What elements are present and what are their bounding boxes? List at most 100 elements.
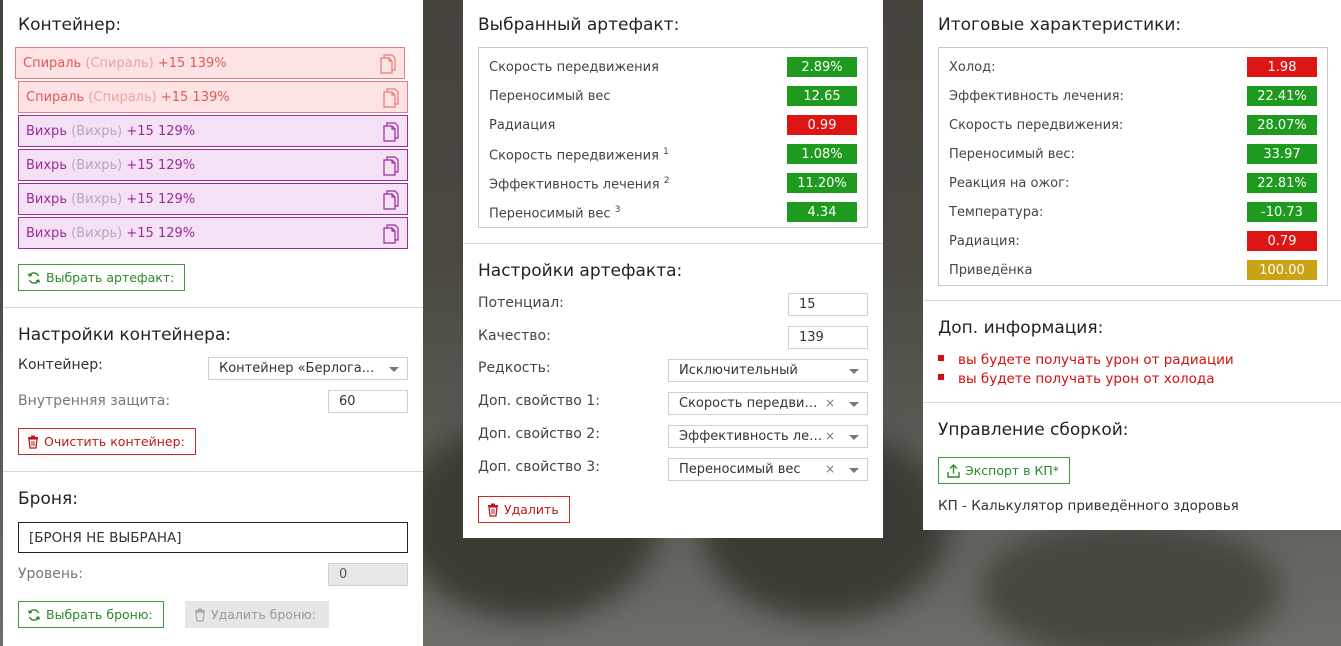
container-artifact-item[interactable]: Вихрь (Вихрь) +15 129% [18, 217, 408, 249]
info-item: вы будете получать урон от радиации [938, 352, 1234, 368]
container-artifact-item[interactable]: Вихрь (Вихрь) +15 129% [18, 149, 408, 181]
stat-value: 11.20% [787, 173, 857, 193]
container-select[interactable]: Контейнер «Берлога... [208, 357, 408, 380]
chevron-down-icon [849, 468, 859, 473]
stat-value: 100.00 [1247, 260, 1317, 280]
artifact-subname: (Вихрь) [71, 123, 123, 139]
container-settings-section: Настройки контейнера: Контейнер: Контейн… [3, 308, 423, 472]
stat-name: Радиация: [949, 234, 1020, 249]
stat-name: Реакция на ожог: [949, 176, 1069, 191]
artifact-bonus: +15 139% [160, 89, 230, 105]
artifact-subname: (Вихрь) [71, 157, 123, 173]
artifact-name: Вихрь [26, 225, 67, 241]
copy-icon[interactable] [380, 54, 396, 74]
select-artifact-label: Выбрать артефакт: [46, 270, 175, 285]
container-artifact-item[interactable]: Спираль (Спираль) +15 139% [18, 81, 408, 113]
export-label: Экспорт в КП* [965, 463, 1060, 478]
totals-stats: Холод: 1.98 Эффективность лечения: 22.41% Ск… [938, 47, 1328, 286]
selected-artifact-title: Выбранный артефакт: [478, 15, 680, 35]
container-artifact-item[interactable]: Спираль (Спираль) +15 139% [15, 47, 405, 79]
stat-name-text: Приведёнка [949, 263, 1033, 278]
protection-input[interactable]: 60 [328, 390, 408, 413]
stat-name-text: Переносимый вес: [949, 147, 1075, 162]
potential-input[interactable]: 15 [788, 293, 868, 316]
select-armor-label: Выбрать броню: [46, 607, 153, 622]
prop1-select[interactable]: Скорость передвижения × [668, 392, 868, 415]
stat-name-text: Переносимый вес [489, 206, 611, 222]
copy-icon[interactable] [383, 88, 399, 108]
artifact-subname: (Вихрь) [71, 225, 123, 241]
delete-artifact-label: Удалить [504, 502, 559, 517]
container-title: Контейнер: [18, 15, 122, 35]
selected-artifact-section: Выбранный артефакт: Скорость передвижени… [463, 0, 883, 244]
stat-footnote-mark: 2 [663, 176, 670, 186]
artifact-name: Вихрь [26, 157, 67, 173]
rarity-select[interactable]: Исключительный [668, 359, 868, 382]
container-artifact-item[interactable]: Вихрь (Вихрь) +15 129% [18, 115, 408, 147]
stat-name-text: Температура: [949, 205, 1044, 220]
stat-row: Реакция на ожог: 22.81% [939, 167, 1327, 196]
copy-icon[interactable] [383, 122, 399, 142]
artifact-settings-section: Настройки артефакта: Потенциал: 15 Качес… [463, 244, 883, 538]
rarity-label: Редкость: [478, 360, 551, 376]
armor-section: Броня: [БРОНЯ НЕ ВЫБРАНА] Уровень: 0 Выб… [3, 472, 423, 646]
prop3-label: Доп. свойство 3: [478, 459, 600, 475]
stat-name: Скорость передвижения 1 [489, 147, 669, 163]
stat-name-text: Реакция на ожог: [949, 176, 1070, 191]
armor-level-input[interactable]: 0 [328, 563, 408, 586]
artifact-bonus: +15 129% [126, 191, 196, 207]
stat-value: 0.79 [1247, 231, 1317, 251]
left-panel: Контейнер: Спираль (Спираль) +15 139% Спи… [3, 0, 423, 646]
artifact-subname: (Спираль) [88, 89, 157, 105]
stat-row: Температура: -10.73 [939, 196, 1327, 225]
prop1-label: Доп. свойство 1: [478, 393, 600, 409]
stat-footnote-mark: 1 [663, 147, 669, 157]
stat-name-text: Холод: [949, 60, 996, 75]
copy-icon[interactable] [383, 224, 399, 244]
delete-armor-label: Удалить броню: [211, 607, 316, 622]
stat-name-text: Эффективность лечения [489, 177, 660, 193]
artifact-bonus: +15 129% [126, 157, 196, 173]
stat-value: 28.07% [1247, 115, 1317, 135]
clear-icon[interactable]: × [825, 396, 835, 410]
stat-name-text: Эффективность лечения: [949, 89, 1124, 104]
clear-icon[interactable]: × [825, 462, 835, 476]
artifact-settings-title: Настройки артефакта: [478, 261, 683, 281]
armor-field[interactable]: [БРОНЯ НЕ ВЫБРАНА] [18, 522, 408, 553]
prop1-select-value: Скорость передвижения [679, 396, 827, 411]
stat-name: Скорость передвижения [489, 60, 659, 75]
select-armor-button[interactable]: Выбрать броню: [18, 601, 164, 628]
prop2-select[interactable]: Эффективность лечения × [668, 425, 868, 448]
stat-row: Радиация 0.99 [479, 109, 867, 138]
artifact-subname: (Вихрь) [71, 191, 123, 207]
info-item: вы будете получать урон от холода [938, 371, 1214, 387]
extra-info-title: Доп. информация: [938, 318, 1104, 338]
container-artifact-item[interactable]: Вихрь (Вихрь) +15 129% [18, 183, 408, 215]
prop3-select[interactable]: Переносимый вес × [668, 458, 868, 481]
export-button[interactable]: Экспорт в КП* [938, 457, 1071, 484]
delete-armor-button[interactable]: Удалить броню: [185, 601, 329, 628]
delete-artifact-button[interactable]: Удалить [478, 496, 570, 523]
stat-name: Температура: [949, 205, 1043, 220]
trash-icon [488, 503, 498, 517]
stat-name: Радиация [489, 118, 555, 133]
stat-row: Переносимый вес 12.65 [479, 80, 867, 109]
totals-title: Итоговые характеристики: [938, 15, 1182, 35]
stat-value: 2.89% [787, 57, 857, 77]
copy-icon[interactable] [383, 156, 399, 176]
chevron-down-icon [849, 369, 859, 374]
select-artifact-button[interactable]: Выбрать артефакт: [18, 264, 186, 291]
clear-icon[interactable]: × [825, 429, 835, 443]
artifact-name: Спираль [26, 89, 85, 105]
copy-icon[interactable] [383, 190, 399, 210]
trash-icon [195, 608, 205, 622]
clear-container-button[interactable]: Очистить контейнер: [18, 428, 196, 455]
extra-info-section: Доп. информация: вы будете получать урон… [923, 301, 1341, 403]
stat-name-text: Радиация: [949, 234, 1020, 249]
clear-container-label: Очистить контейнер: [44, 434, 185, 449]
quality-label: Качество: [478, 328, 551, 344]
container-label: Контейнер: [18, 357, 103, 373]
quality-input[interactable]: 139 [788, 326, 868, 349]
stat-value: 1.98 [1247, 57, 1317, 77]
container-select-value: Контейнер «Берлога... [219, 361, 375, 376]
